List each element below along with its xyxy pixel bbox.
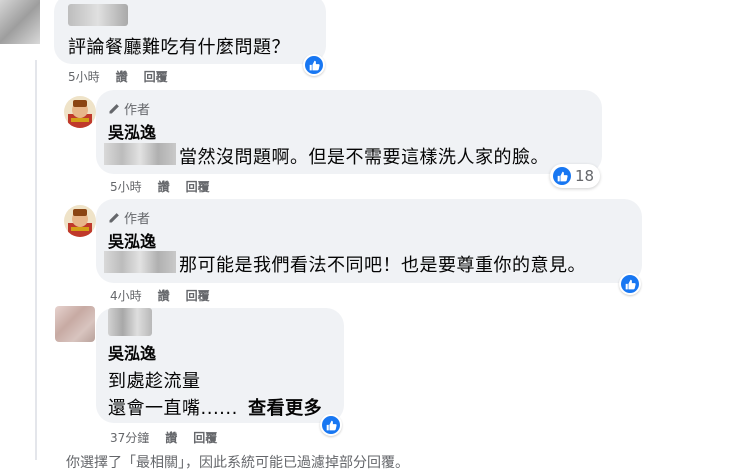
pencil-icon [109,212,119,222]
commenter-avatar-blurred [55,306,95,342]
thumbs-up-icon [326,420,337,430]
author-avatar-2[interactable] [64,205,96,237]
reaction-count: 18 [575,167,595,185]
author-avatar-1[interactable] [64,96,96,128]
comment-3-like-badge[interactable] [619,273,641,295]
commenter-name-blurred [108,308,152,336]
comment-text-4-line1: 到處趁流量 [108,371,201,392]
thumbs-up-icon [309,60,320,70]
filter-notice: 你選擇了「最相關」，因此系統可能已過濾掉部分回覆。 [66,455,409,471]
comment-4-like-badge[interactable] [320,414,342,436]
see-more-link[interactable]: 查看更多 [248,398,322,419]
thumbs-up-icon [553,167,571,185]
thread-line [35,60,37,460]
author-badge-label: 作者 [124,212,151,227]
comment-1-time[interactable]: 5小時 [68,68,100,85]
top-avatar-blur [0,0,40,44]
pencil-icon [109,103,119,113]
comment-4-reply-button[interactable]: 回覆 [193,429,217,446]
comment-text-2: 當然沒問題啊。但是不需要這樣洗人家的臉。 [179,147,549,168]
comment-1-like-badge[interactable] [303,54,325,76]
comment-2-meta: 5小時 讚 回覆 [110,178,210,195]
comment-3-like-button[interactable]: 讚 [158,287,170,304]
comment-1-like-button[interactable]: 讚 [116,68,128,85]
mention-tag-blurred [104,251,176,273]
thumbs-up-icon [625,279,636,289]
comment-3-time[interactable]: 4小時 [110,287,142,304]
author-badge-label: 作者 [124,103,151,118]
mention-tag-blurred [104,143,176,165]
comment-2-reply-button[interactable]: 回覆 [186,178,210,195]
comment-4-meta: 37分鐘 讚 回覆 [110,429,217,446]
comment-1-meta: 5小時 讚 回覆 [68,68,168,85]
commenter-name-blurred [68,4,128,26]
comment-3-meta: 4小時 讚 回覆 [110,287,210,304]
author-badge-2: 作者 [108,208,150,227]
comment-3-reply-button[interactable]: 回覆 [186,287,210,304]
author-badge-1: 作者 [108,99,150,118]
comment-text-1: 評論餐廳難吃有什麼問題？ [68,37,290,58]
comment-text-3: 那可能是我們看法不同吧！也是要尊重你的意見。 [179,255,586,276]
comment-2-author-name[interactable]: 吳泓逸 [108,119,156,143]
comment-1-reply-button[interactable]: 回覆 [144,68,168,85]
comment-4-author-name[interactable]: 吳泓逸 [108,340,156,364]
comment-text-4-line2: 還會一直嘴...... 查看更多 [108,394,322,420]
comment-2-time[interactable]: 5小時 [110,178,142,195]
comment-2-reactions[interactable]: 18 [550,164,601,188]
comment-2-like-button[interactable]: 讚 [158,178,170,195]
comment-4-like-button[interactable]: 讚 [165,429,177,446]
comment-3-author-name[interactable]: 吳泓逸 [108,228,156,252]
comment-4-time[interactable]: 37分鐘 [110,429,149,446]
comment-4-truncated-text: 還會一直嘴...... [108,398,238,419]
